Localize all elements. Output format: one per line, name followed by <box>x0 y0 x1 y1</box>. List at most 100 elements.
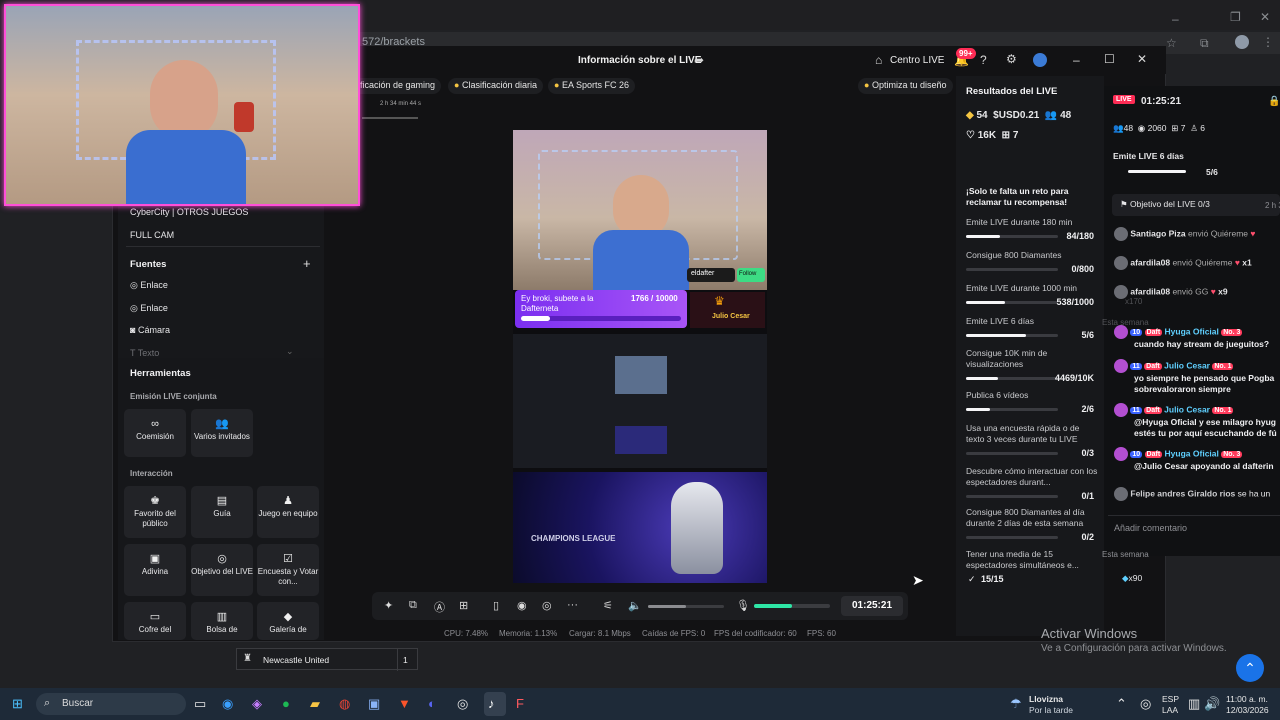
layers-icon[interactable]: ⧉ <box>409 599 417 612</box>
copilot-icon[interactable]: ◈ <box>252 696 262 712</box>
heart-icon: ♡ <box>966 130 975 141</box>
taskbar-search[interactable]: ⌕ Buscar <box>36 693 186 715</box>
tiktok-icon[interactable]: ♪ <box>488 696 495 711</box>
comment-input[interactable]: Añadir comentario <box>1108 515 1280 539</box>
source-item[interactable]: ◙ Cámara <box>130 325 170 335</box>
bag-button[interactable]: ▥ Bolsa de <box>191 602 253 640</box>
multi-guest-button[interactable]: 👥 Varios invitados <box>191 409 253 457</box>
chat-user: Hyuga Oficial <box>1164 448 1219 459</box>
chrome-icon[interactable]: ◍ <box>339 696 350 712</box>
phone-icon[interactable]: ▯ <box>493 599 499 612</box>
tray-chevron-icon[interactable]: ⌃ <box>1116 696 1127 712</box>
centro-live-link[interactable]: Centro LIVE <box>890 55 944 66</box>
star-icon[interactable]: ☆ <box>1166 36 1177 50</box>
volume-slider[interactable] <box>648 605 724 608</box>
favorite-audience-button[interactable]: ♚ Favorito del público <box>124 486 186 538</box>
chest-button[interactable]: ▭ Cofre del <box>124 602 186 640</box>
cam-name: eldafter <box>691 270 715 277</box>
people-icon: 👥 <box>1044 110 1058 121</box>
ai-icon[interactable]: Ⓐ <box>434 599 445 615</box>
live-info-title[interactable]: Información sobre el LIVE <box>578 55 701 66</box>
weather-icon[interactable]: ☂ <box>1010 696 1022 712</box>
poll-button[interactable]: ☑ Encuesta y Votar con... <box>257 544 319 596</box>
weather-title: Llovizna <box>1029 694 1064 704</box>
close-browser-icon[interactable]: ✕ <box>1260 10 1270 24</box>
account-avatar[interactable] <box>1033 53 1047 67</box>
add-media-icon[interactable]: ⊞ <box>459 599 468 612</box>
chip-label: EA Sports FC 26 <box>561 80 629 90</box>
edge-icon[interactable]: ◉ <box>222 696 233 712</box>
browser-menu-icon[interactable]: ⋮ <box>1262 35 1274 49</box>
rank-badge: No. 3 <box>1221 329 1243 337</box>
mixer-icon[interactable]: ⚟ <box>603 599 613 612</box>
settings-icon[interactable]: ⚙ <box>1006 52 1017 66</box>
app-f-icon[interactable]: F <box>516 696 524 711</box>
figurine <box>234 102 254 132</box>
gift-msg: envió GG <box>1172 286 1209 297</box>
lock-icon[interactable]: 🔒 <box>1268 96 1280 107</box>
task-label: Consigue 10K min de visualizaciones <box>966 348 1048 369</box>
live-goal-button[interactable]: ◎ Objetivo del LIVE <box>191 544 253 596</box>
source-item[interactable]: ◎ Enlace <box>130 280 168 291</box>
restore-icon[interactable]: ❐ <box>1230 10 1241 24</box>
speaker-icon[interactable]: 🔊 <box>1204 696 1220 712</box>
coemission-button[interactable]: ∞ Coemisión <box>124 409 186 457</box>
studio-minimize-icon[interactable]: – <box>1073 53 1080 67</box>
task-view-icon[interactable]: ▭ <box>194 696 206 712</box>
spotify-icon[interactable]: ● <box>282 696 290 711</box>
app-icon[interactable]: ▣ <box>368 696 380 712</box>
bottom-week: Esta semana <box>1102 550 1149 559</box>
guess-button[interactable]: ▣ Adivina <box>124 544 186 596</box>
clock-date[interactable]: 12/03/2026 <box>1226 705 1269 715</box>
tray-app-icon[interactable]: ◎ <box>1140 696 1151 712</box>
file-explorer-icon[interactable]: ▰ <box>310 696 320 712</box>
scene-item[interactable]: FULL CAM <box>130 230 174 240</box>
source-item[interactable]: ◎ Enlace <box>130 303 168 314</box>
magic-icon[interactable]: ✦ <box>384 599 393 612</box>
game-category-chip[interactable]: ● EA Sports FC 26 <box>548 78 635 94</box>
task-label: Descubre cómo interactuar con los espect… <box>966 466 1098 487</box>
comment-placeholder: Añadir comentario <box>1114 523 1188 533</box>
chevron-down-icon[interactable]: ⌄ <box>286 346 294 357</box>
daily-ranking-chip[interactable]: ● Clasificación diaria <box>448 78 543 94</box>
studio-close-icon[interactable]: ✕ <box>1137 52 1147 66</box>
tool-label: Objetivo del LIVE <box>191 567 253 576</box>
volume-icon[interactable]: 🔈 <box>628 599 642 612</box>
reward-message: ¡Solo te falta un reto para reclamar tu … <box>966 186 1069 207</box>
lang[interactable]: ESP <box>1162 694 1179 704</box>
camera-icon: ◙ <box>130 325 136 335</box>
guide-button[interactable]: ▤ Guía <box>191 486 253 538</box>
studio-maximize-icon[interactable]: ☐ <box>1104 52 1115 66</box>
streak-value: 5/6 <box>1206 167 1218 177</box>
discord-icon[interactable]: ◐ <box>428 696 436 711</box>
capture-icon[interactable]: ◎ <box>542 599 552 612</box>
share-icon[interactable]: ➦ <box>694 53 704 67</box>
network-icon[interactable]: ▥ <box>1188 696 1200 712</box>
league-row[interactable]: ♜ Newcastle United 1 <box>236 648 418 671</box>
mic-icon[interactable]: 🎙 <box>736 599 750 612</box>
scene-item[interactable]: CyberCity | OTROS JUEGOS <box>130 207 248 217</box>
home-icon[interactable]: ⌂ <box>875 53 882 67</box>
help-icon[interactable]: ? <box>980 53 987 67</box>
source-item[interactable]: T Texto <box>130 348 159 358</box>
team-game-button[interactable]: ♟ Juego en equipo <box>257 486 319 538</box>
task-label: Publica 6 vídeos <box>966 390 1029 400</box>
windows-start-icon[interactable]: ⊞ <box>12 696 23 712</box>
task-label: Emite LIVE 6 días <box>966 316 1035 326</box>
record-icon[interactable]: ◉ <box>517 599 527 612</box>
add-source-icon[interactable]: + <box>303 256 311 271</box>
profile-avatar[interactable] <box>1235 35 1249 49</box>
brave-icon[interactable]: ▼ <box>398 696 411 711</box>
more-icon[interactable]: ··· <box>567 599 578 611</box>
poll-icon: ☑ <box>283 553 293 565</box>
scroll-top-button[interactable]: ⌃ <box>1236 654 1264 682</box>
minimize-icon[interactable]: – <box>1172 12 1179 26</box>
mic-slider[interactable] <box>754 604 830 608</box>
optimize-layout-chip[interactable]: ● Optimiza tu diseño <box>858 78 953 94</box>
gallery-button[interactable]: ◆ Galería de <box>257 602 319 640</box>
gaming-ranking-chip[interactable]: ificación de gaming <box>352 78 442 94</box>
extensions-icon[interactable]: ⧉ <box>1200 36 1209 51</box>
users-icon: 👥 <box>215 418 229 430</box>
steam-icon[interactable]: ◎ <box>457 696 468 712</box>
clock-time[interactable]: 11:00 a. m. <box>1226 694 1268 704</box>
